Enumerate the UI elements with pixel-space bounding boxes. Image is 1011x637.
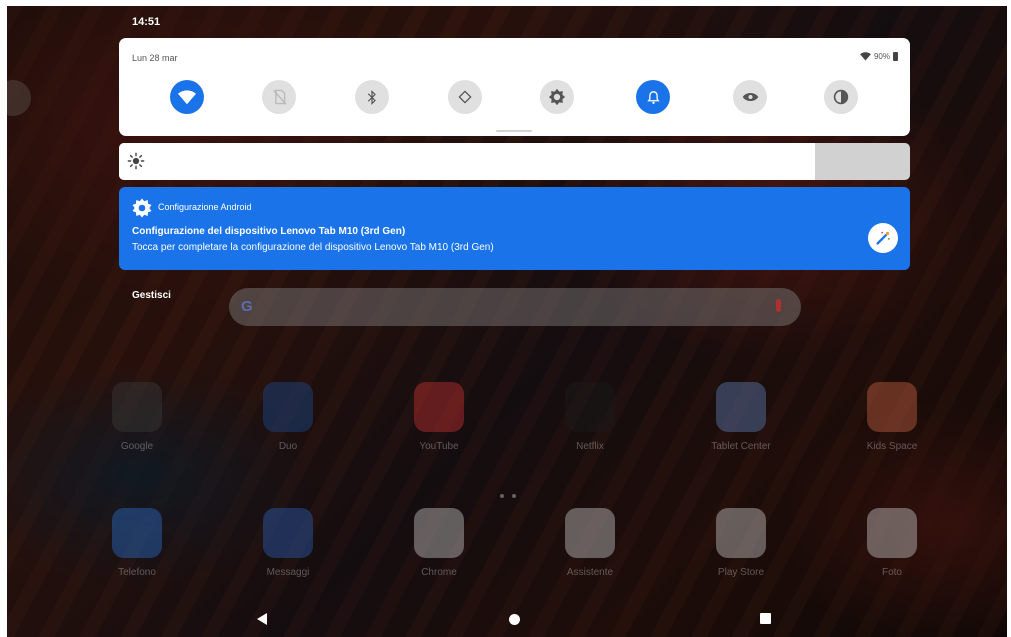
page-indicator [500, 494, 516, 498]
notification-app-name: Configurazione Android [158, 202, 252, 212]
manage-notifications-button[interactable]: Gestisci [132, 290, 171, 301]
app-label: Google [120, 441, 154, 452]
netflix-icon [565, 382, 615, 432]
app-foto[interactable]: Foto [852, 508, 932, 578]
app-label: YouTube [419, 441, 459, 452]
status-time: 14:51 [132, 16, 161, 28]
app-label: Messaggi [266, 567, 310, 578]
qs-status-icons: 90% [860, 52, 898, 61]
tile-brightness-auto[interactable] [540, 80, 574, 114]
brightness-slider[interactable] [119, 143, 910, 180]
youtube-icon [414, 382, 464, 432]
nav-home-button[interactable] [509, 614, 520, 625]
app-label: Chrome [421, 567, 457, 578]
app-label: Play Store [717, 567, 765, 578]
app-youtube[interactable]: YouTube [399, 382, 479, 452]
gear-icon [132, 198, 152, 218]
nav-recents-button[interactable] [760, 613, 771, 624]
phone-icon [112, 508, 162, 558]
app-netflix[interactable]: Netflix [550, 382, 630, 452]
app-google[interactable]: Google [97, 382, 177, 452]
play-store-icon [716, 508, 766, 558]
tile-contrast[interactable] [824, 80, 858, 114]
notification-title: Configurazione del dispositivo Lenovo Ta… [132, 226, 406, 237]
notification-text: Tocca per completare la configurazione d… [132, 242, 494, 253]
contrast-icon [833, 89, 849, 105]
bluetooth-icon [367, 89, 376, 105]
app-label: Netflix [576, 441, 604, 452]
setup-notification[interactable]: Configurazione Android Configurazione de… [119, 187, 910, 270]
tile-notifications[interactable] [636, 80, 670, 114]
app-messaggi[interactable]: Messaggi [248, 508, 328, 578]
app-label: Kids Space [866, 441, 918, 452]
app-play-store[interactable]: Play Store [701, 508, 781, 578]
magic-wand-icon [876, 231, 890, 245]
app-tablet-center[interactable]: Tablet Center [701, 382, 781, 452]
kids-space-icon [867, 382, 917, 432]
quick-settings-panel: Lun 28 mar 90% [119, 38, 910, 136]
wifi-icon [178, 89, 196, 104]
qs-date: Lun 28 mar [132, 53, 178, 63]
eye-icon [742, 92, 758, 102]
app-kids-space[interactable]: Kids Space [852, 382, 932, 452]
duo-icon [263, 382, 313, 432]
wifi-signal-icon [860, 52, 871, 61]
battery-percent: 90% [873, 52, 890, 61]
google-logo: G [241, 298, 253, 315]
chrome-icon [414, 508, 464, 558]
tablet-center-icon [716, 382, 766, 432]
assistant-icon [565, 508, 615, 558]
google-search-bar[interactable]: G [229, 288, 801, 326]
bell-icon [646, 90, 660, 104]
auto-rotate-icon [458, 90, 472, 104]
no-sim-icon [272, 89, 287, 105]
battery-icon [893, 52, 898, 61]
app-assistente[interactable]: Assistente [550, 508, 630, 578]
google-folder-icon [112, 382, 162, 432]
photos-icon [867, 508, 917, 558]
panel-drag-handle[interactable] [496, 130, 532, 132]
brightness-fill [119, 143, 816, 180]
tablet-screen: 14:51 Lun 28 mar 90% Configurazione Andr… [7, 6, 1007, 637]
tile-sim[interactable] [262, 80, 296, 114]
app-label: Telefono [118, 567, 156, 578]
app-chrome[interactable]: Chrome [399, 508, 479, 578]
mic-icon[interactable] [776, 299, 781, 312]
app-label: Duo [278, 441, 298, 452]
brightness-auto-icon [548, 88, 566, 106]
sun-icon [127, 152, 145, 170]
tile-wifi[interactable] [170, 80, 204, 114]
messages-icon [263, 508, 313, 558]
app-label: Foto [881, 567, 902, 578]
notification-action-button[interactable] [868, 223, 898, 253]
app-label: Assistente [566, 567, 614, 578]
tile-eye-comfort[interactable] [733, 80, 767, 114]
tile-auto-rotate[interactable] [448, 80, 482, 114]
app-telefono[interactable]: Telefono [97, 508, 177, 578]
nav-back-button[interactable] [257, 613, 267, 625]
app-duo[interactable]: Duo [248, 382, 328, 452]
app-label: Tablet Center [711, 441, 771, 452]
tile-bluetooth[interactable] [355, 80, 389, 114]
